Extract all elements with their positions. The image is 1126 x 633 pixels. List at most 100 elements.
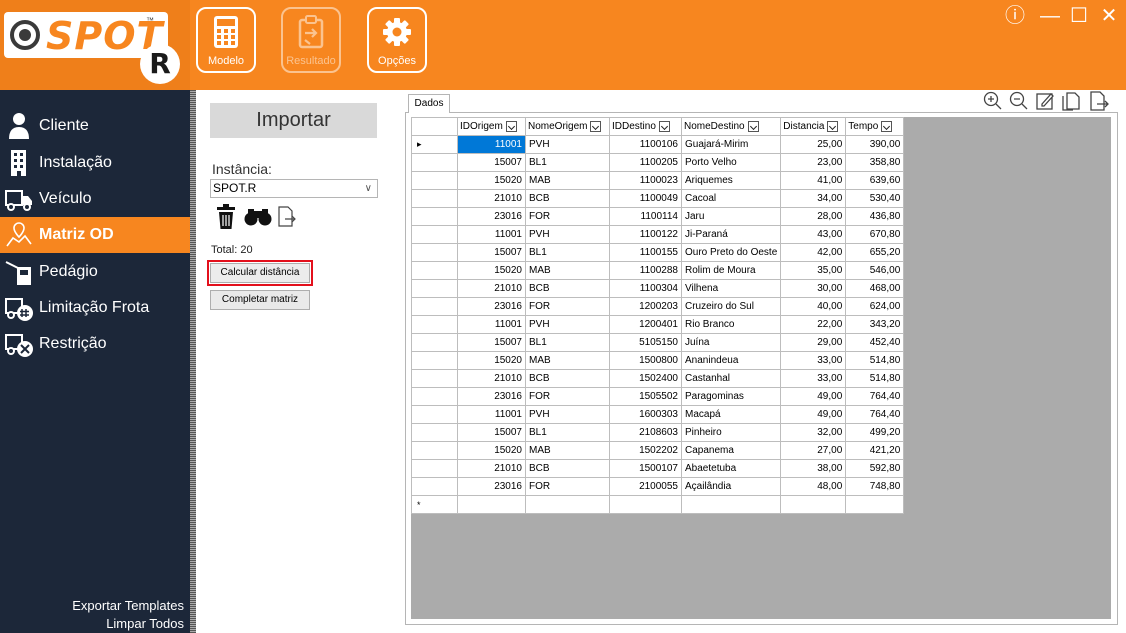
table-cell-nomeorigem[interactable]: FOR	[525, 477, 610, 496]
table-cell-nomeorigem[interactable]: PVH	[525, 225, 610, 244]
table-cell-tempo[interactable]: 436,80	[845, 207, 905, 226]
table-cell-distancia[interactable]: 23,00	[780, 153, 847, 172]
table-cell-nomeorigem[interactable]: FOR	[525, 207, 610, 226]
table-cell-iddestino[interactable]: 1500800	[609, 351, 682, 370]
table-cell-nomeorigem[interactable]: BCB	[525, 369, 610, 388]
table-cell-distancia[interactable]: 28,00	[780, 207, 847, 226]
table-cell-idorigem[interactable]: 15020	[457, 261, 526, 280]
zoom-out-icon[interactable]	[1008, 90, 1030, 112]
export-icon[interactable]	[277, 206, 297, 228]
table-row[interactable]: 21010 BCB 1500107 Abaetetuba 38,00 592,80	[411, 459, 905, 478]
table-cell-idorigem[interactable]: 15007	[457, 423, 526, 442]
minimize-button[interactable]: —	[1039, 5, 1061, 27]
calculate-distance-button[interactable]: Calcular distância	[207, 260, 313, 286]
table-cell-nomeorigem[interactable]: BCB	[525, 459, 610, 478]
table-cell-iddestino[interactable]: 5105150	[609, 333, 682, 352]
table-cell-iddestino[interactable]: 1200401	[609, 315, 682, 334]
table-cell-tempo[interactable]: 421,20	[845, 441, 905, 460]
row-header[interactable]	[411, 297, 458, 316]
table-row[interactable]: 11001 PVH 1600303 Macapá 49,00 764,40	[411, 405, 905, 424]
filter-dropdown-icon[interactable]	[827, 120, 839, 132]
table-cell-nomedestino[interactable]: Cacoal	[680, 189, 782, 208]
table-cell-iddestino[interactable]: 1100114	[609, 207, 682, 226]
table-cell-distancia[interactable]: 33,00	[780, 351, 847, 370]
column-header-nomeorigem[interactable]: NomeOrigem	[525, 117, 610, 136]
table-cell-iddestino[interactable]: 1200203	[609, 297, 682, 316]
table-cell-nomedestino[interactable]: Juína	[680, 333, 782, 352]
sidebar-splitter[interactable]	[190, 90, 196, 633]
table-cell-distancia[interactable]: 29,00	[780, 333, 847, 352]
table-cell-iddestino[interactable]: 1100155	[609, 243, 682, 262]
table-row[interactable]: 23016 FOR 1200203 Cruzeiro do Sul 40,00 624,0…	[411, 297, 905, 316]
sidebar-item-pedagio[interactable]: Pedágio	[0, 254, 190, 290]
table-cell-tempo[interactable]: 639,60	[845, 171, 905, 190]
table-cell-tempo[interactable]: 764,40	[845, 387, 905, 406]
row-header[interactable]	[411, 279, 458, 298]
table-cell-nomedestino[interactable]: Pinheiro	[680, 423, 782, 442]
row-header[interactable]	[411, 153, 458, 172]
sidebar-item-veiculo[interactable]: Veículo	[0, 181, 190, 217]
table-cell-iddestino[interactable]: 2100055	[609, 477, 682, 496]
table-cell-distancia[interactable]: 35,00	[780, 261, 847, 280]
table-cell-idorigem[interactable]: 11001	[457, 315, 526, 334]
table-row[interactable]: 21010 BCB 1100304 Vilhena 30,00 468,00	[411, 279, 905, 298]
table-cell-nomedestino[interactable]: Macapá	[680, 405, 782, 424]
column-header-tempo[interactable]: Tempo	[845, 117, 905, 136]
row-header[interactable]	[411, 369, 458, 388]
table-cell-tempo[interactable]: 655,20	[845, 243, 905, 262]
export-icon[interactable]	[1088, 90, 1110, 112]
table-cell-iddestino[interactable]: 1500107	[609, 459, 682, 478]
table-cell-tempo[interactable]: 764,40	[845, 405, 905, 424]
table-cell-iddestino[interactable]: 1100049	[609, 189, 682, 208]
table-cell-nomeorigem[interactable]: PVH	[525, 405, 610, 424]
table-cell-tempo[interactable]: 748,80	[845, 477, 905, 496]
table-cell-nomedestino[interactable]: Abaetetuba	[680, 459, 782, 478]
table-cell-tempo[interactable]: 514,80	[845, 369, 905, 388]
table-row[interactable]: 23016 FOR 2100055 Açailândia 48,00 748,80	[411, 477, 905, 496]
table-row[interactable]: 15007 BL1 1100205 Porto Velho 23,00 358,80	[411, 153, 905, 172]
row-header[interactable]	[411, 387, 458, 406]
filter-dropdown-icon[interactable]	[590, 120, 602, 132]
table-cell-idorigem[interactable]: 15007	[457, 243, 526, 262]
table-cell-iddestino[interactable]: 1502202	[609, 441, 682, 460]
table-cell-idorigem[interactable]: 21010	[457, 279, 526, 298]
clear-all-link[interactable]: Limpar Todos	[106, 616, 184, 631]
table-cell-nomeorigem[interactable]: BL1	[525, 333, 610, 352]
table-cell-nomedestino[interactable]: Açailândia	[680, 477, 782, 496]
table-cell-distancia[interactable]: 30,00	[780, 279, 847, 298]
zoom-in-icon[interactable]	[982, 90, 1004, 112]
table-cell-nomedestino[interactable]: Rolim de Moura	[680, 261, 782, 280]
table-cell-nomedestino[interactable]: Rio Branco	[680, 315, 782, 334]
table-cell-tempo[interactable]: 499,20	[845, 423, 905, 442]
table-cell-idorigem[interactable]: 21010	[457, 369, 526, 388]
table-cell-tempo[interactable]: 592,80	[845, 459, 905, 478]
table-cell-nomeorigem[interactable]: MAB	[525, 441, 610, 460]
row-header[interactable]	[411, 441, 458, 460]
trash-icon[interactable]	[215, 204, 237, 230]
table-row[interactable]: 15020 MAB 1500800 Ananindeua 33,00 514,80	[411, 351, 905, 370]
table-row[interactable]: 15007 BL1 2108603 Pinheiro 32,00 499,20	[411, 423, 905, 442]
sidebar-item-instalacao[interactable]: Instalação	[0, 145, 190, 181]
column-header-idorigem[interactable]: IDOrigem	[457, 117, 526, 136]
data-grid[interactable]: IDOrigem NomeOrigem IDDestino NomeDestin…	[411, 117, 1111, 619]
table-cell-nomeorigem[interactable]: FOR	[525, 387, 610, 406]
row-header[interactable]	[411, 261, 458, 280]
table-cell-idorigem[interactable]: 21010	[457, 459, 526, 478]
table-cell-tempo[interactable]: 452,40	[845, 333, 905, 352]
table-cell-nomeorigem[interactable]: MAB	[525, 171, 610, 190]
row-header[interactable]	[411, 477, 458, 496]
table-cell-iddestino[interactable]: 1100205	[609, 153, 682, 172]
row-header[interactable]	[411, 225, 458, 244]
table-cell-nomedestino[interactable]: Vilhena	[680, 279, 782, 298]
table-cell-nomedestino[interactable]: Cruzeiro do Sul	[680, 297, 782, 316]
table-cell-empty[interactable]	[609, 495, 682, 514]
table-cell-distancia[interactable]: 27,00	[780, 441, 847, 460]
info-icon[interactable]: ⓘ	[1004, 5, 1026, 27]
table-cell-nomeorigem[interactable]: BCB	[525, 279, 610, 298]
instance-select[interactable]: SPOT.R ∨	[210, 179, 378, 198]
table-row[interactable]: 15007 BL1 5105150 Juína 29,00 452,40	[411, 333, 905, 352]
filter-dropdown-icon[interactable]	[505, 120, 517, 132]
export-templates-link[interactable]: Exportar Templates	[72, 598, 184, 613]
column-header-iddestino[interactable]: IDDestino	[609, 117, 682, 136]
filter-dropdown-icon[interactable]	[747, 120, 759, 132]
